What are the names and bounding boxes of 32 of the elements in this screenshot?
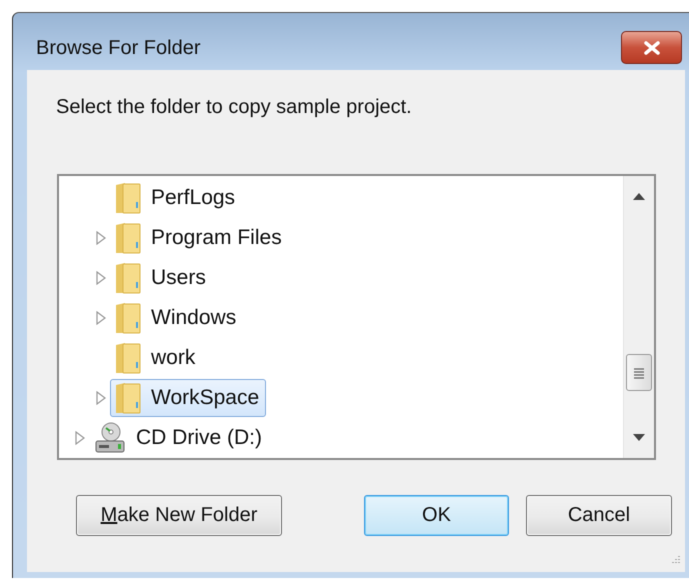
folder-icon bbox=[115, 222, 141, 254]
dialog-button[interactable]: OK bbox=[364, 495, 509, 536]
instruction-text: Select the folder to copy sample project. bbox=[56, 96, 413, 119]
dialog-button[interactable]: Cancel bbox=[526, 495, 672, 536]
window-title: Browse For Folder bbox=[36, 37, 200, 60]
folder-icon bbox=[115, 302, 141, 334]
tree-item[interactable]: Windows bbox=[110, 299, 244, 337]
close-button[interactable] bbox=[621, 31, 682, 64]
close-icon bbox=[642, 40, 660, 54]
tree-item[interactable]: Users bbox=[110, 259, 213, 297]
folder-icon bbox=[115, 182, 141, 214]
scroll-up-icon[interactable] bbox=[632, 192, 646, 201]
folder-icon bbox=[115, 382, 141, 414]
folder-icon bbox=[115, 342, 141, 374]
expand-arrow-icon[interactable] bbox=[95, 311, 107, 325]
grip-lines-icon bbox=[633, 366, 645, 378]
tree-item[interactable]: work bbox=[110, 339, 202, 377]
vertical-scrollbar[interactable] bbox=[623, 176, 654, 458]
dialog-button[interactable]: Make New Folder bbox=[76, 495, 282, 536]
tree-item[interactable]: CD Drive (D:) bbox=[89, 419, 269, 457]
expand-arrow-icon[interactable] bbox=[95, 271, 107, 285]
expand-arrow-icon[interactable] bbox=[95, 231, 107, 245]
tree-item[interactable]: Program Files bbox=[110, 219, 289, 257]
cd-drive-icon bbox=[94, 422, 126, 454]
tree-item[interactable]: WorkSpace bbox=[110, 379, 266, 417]
expand-arrow-icon[interactable] bbox=[95, 391, 107, 405]
scroll-down-icon[interactable] bbox=[632, 433, 646, 442]
folder-icon bbox=[115, 262, 141, 294]
tree-item[interactable]: PerfLogs bbox=[110, 179, 242, 217]
expand-arrow-icon[interactable] bbox=[74, 431, 86, 445]
resize-grip-icon[interactable] bbox=[669, 554, 681, 566]
scroll-thumb[interactable] bbox=[626, 354, 652, 391]
